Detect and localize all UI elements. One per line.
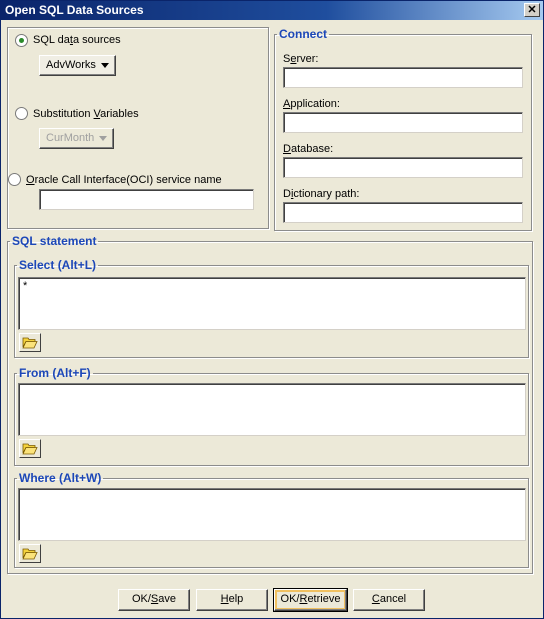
cancel-button[interactable]: Cancel	[353, 589, 425, 611]
close-icon: ✕	[527, 4, 537, 16]
where-open-file-button[interactable]	[19, 544, 41, 563]
ok-save-button[interactable]: OK/Save	[118, 589, 190, 611]
substitution-variable-value: CurMonth	[46, 132, 95, 144]
where-legend: Where (Alt+W)	[19, 471, 102, 485]
substitution-variables-label[interactable]: Substitution Variables	[33, 108, 139, 120]
title-bar[interactable]: Open SQL Data Sources ✕	[1, 1, 543, 20]
open-folder-icon	[22, 337, 38, 349]
database-input[interactable]	[283, 157, 523, 178]
chevron-down-icon	[99, 135, 108, 141]
application-label: Application:	[283, 98, 340, 110]
sql-data-sources-label[interactable]: SQL data sources	[33, 34, 121, 46]
connect-legend: Connect	[279, 27, 327, 41]
open-folder-icon	[22, 548, 38, 560]
oci-service-input[interactable]	[39, 189, 254, 210]
server-input[interactable]	[283, 67, 523, 88]
server-label: Server:	[283, 53, 319, 65]
select-editor[interactable]: *	[18, 277, 526, 330]
select-legend: Select (Alt+L)	[19, 258, 97, 272]
where-editor[interactable]	[18, 488, 526, 541]
substitution-variables-radio[interactable]	[15, 107, 28, 120]
select-open-file-button[interactable]	[19, 333, 41, 352]
open-sql-data-sources-dialog: Open SQL Data Sources ✕ SQL data sources…	[0, 0, 544, 619]
oci-service-label[interactable]: Oracle Call Interface(OCI) service name	[26, 174, 222, 186]
chevron-down-icon	[100, 62, 109, 68]
sql-data-source-dropdown[interactable]: AdvWorks	[39, 55, 116, 76]
dictionary-path-label: Dictionary path:	[283, 188, 360, 200]
ok-retrieve-button[interactable]: OK/Retrieve	[273, 588, 348, 612]
sql-data-sources-radio[interactable]	[15, 34, 28, 47]
substitution-variable-dropdown[interactable]: CurMonth	[39, 128, 115, 149]
oci-service-radio[interactable]	[8, 173, 21, 186]
help-button[interactable]: Help	[196, 589, 268, 611]
database-label: Database:	[283, 143, 334, 155]
open-folder-icon	[22, 443, 38, 455]
close-button[interactable]: ✕	[524, 3, 540, 17]
from-editor[interactable]	[18, 383, 526, 436]
dictionary-path-input[interactable]	[283, 202, 523, 223]
from-legend: From (Alt+F)	[19, 366, 91, 380]
application-input[interactable]	[283, 112, 523, 133]
from-open-file-button[interactable]	[19, 439, 41, 458]
sql-data-source-value: AdvWorks	[46, 59, 96, 71]
sql-statement-legend: SQL statement	[12, 234, 97, 248]
window-title: Open SQL Data Sources	[5, 3, 144, 17]
